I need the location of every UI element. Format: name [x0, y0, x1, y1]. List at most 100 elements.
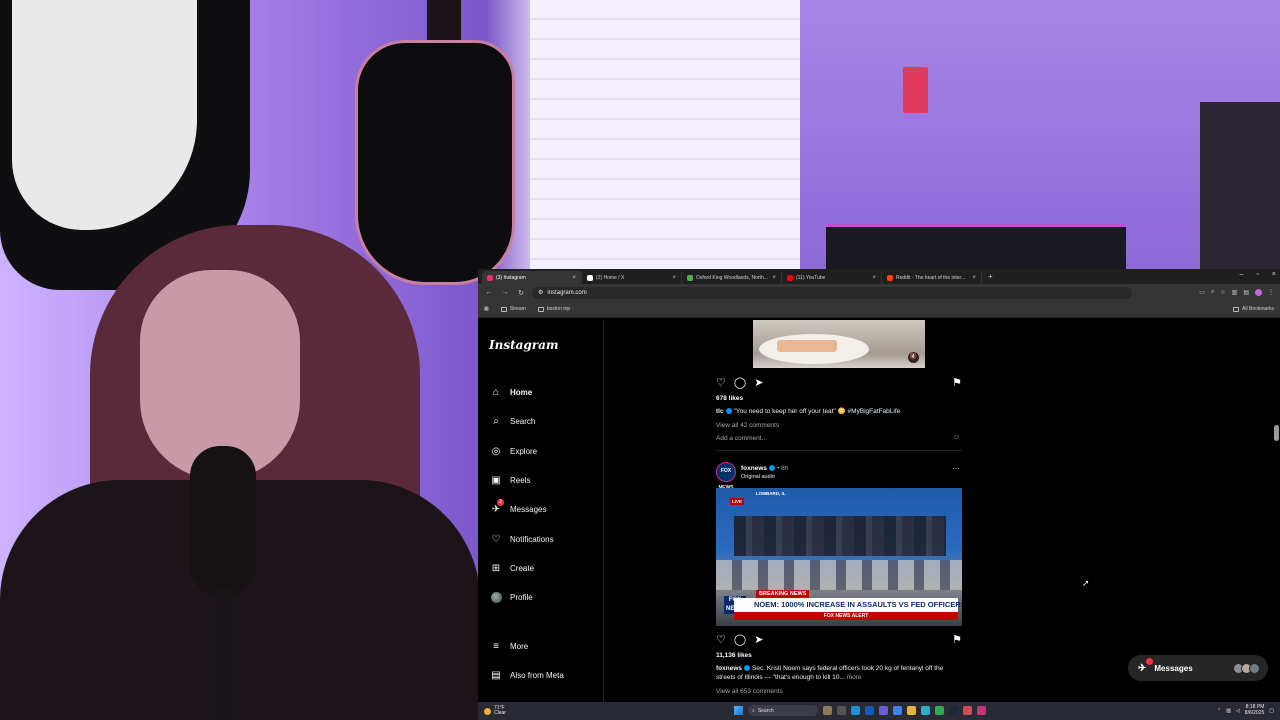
volume-icon[interactable]: ◁ [1236, 708, 1240, 714]
maximize-icon[interactable]: ▫ [1256, 271, 1258, 278]
sidebar-nav: ⌂ Home ⌕ Search ◎ Explore ▣ Reels ✈ 2 Messages ♡ Not… [490, 378, 554, 612]
caption-username[interactable]: tlc [716, 408, 724, 415]
bookmark-folder[interactable]: Stream [500, 306, 526, 312]
sidebar-item-also-from-meta[interactable]: ▤ Also from Meta [490, 661, 564, 690]
sidebar-item-label: Search [510, 417, 536, 427]
tab-reddit[interactable]: Reddit - The heart of the inter... × [882, 271, 982, 284]
site-info-icon[interactable]: ⚙ [538, 289, 543, 296]
sidebar-icon[interactable]: ▤ [1243, 289, 1249, 296]
comment-icon[interactable]: ◯ [734, 376, 746, 389]
sidebar-item-label: Reels [510, 476, 531, 486]
app-icon[interactable] [893, 706, 902, 715]
sidebar-item-explore[interactable]: ◎ Explore [490, 437, 554, 466]
close-tab-icon[interactable]: × [572, 275, 576, 281]
messages-button[interactable]: ✈ Messages [1128, 655, 1268, 681]
share-icon[interactable]: ➤ [754, 633, 763, 646]
star-icon[interactable]: ☆ [1220, 289, 1225, 296]
like-icon[interactable]: ♡ [716, 376, 726, 389]
close-tab-icon[interactable]: × [972, 275, 976, 281]
close-tab-icon[interactable]: × [672, 275, 676, 281]
background-monitor [826, 224, 1126, 270]
zoom-icon[interactable]: ⌕ [1211, 289, 1214, 296]
close-tab-icon[interactable]: × [872, 275, 876, 281]
kebab-menu-icon[interactable]: ⋮ [1268, 289, 1274, 296]
network-icon[interactable]: ▥ [1226, 708, 1231, 714]
chevron-up-icon[interactable]: ⌃ [1217, 708, 1221, 714]
sidebar-item-notifications[interactable]: ♡ Notifications [490, 524, 554, 553]
sidebar-item-more[interactable]: ≡ More [490, 632, 564, 661]
browser-active-icon[interactable] [977, 706, 986, 715]
like-icon[interactable]: ♡ [716, 633, 726, 646]
emoji-icon[interactable]: ☺ [953, 434, 960, 441]
likes-count[interactable]: 678 likes [716, 395, 743, 402]
scrollbar-thumb[interactable] [1274, 425, 1279, 441]
sidebar-item-home[interactable]: ⌂ Home [490, 378, 554, 407]
sidebar-item-profile[interactable]: Profile [490, 583, 554, 612]
clock[interactable]: 8:18 PM 8/6/2025 [1245, 704, 1264, 716]
tab-x[interactable]: (2) Home / X × [582, 271, 682, 284]
tab-instagram[interactable]: (3) Instagram × [482, 271, 582, 284]
tab-youtube[interactable]: (11) YouTube × [782, 271, 882, 284]
audience-image [716, 560, 962, 590]
profile-avatar-icon[interactable] [1255, 289, 1262, 296]
post-username[interactable]: foxnews • 8h [741, 465, 788, 472]
cast-icon[interactable]: ▭ [1199, 289, 1205, 296]
windows-start-icon[interactable] [734, 706, 743, 715]
sidebar-item-create[interactable]: ⊞ Create [490, 554, 554, 583]
sidebar-item-search[interactable]: ⌕ Search [490, 407, 554, 436]
all-bookmarks[interactable]: All Bookmarks [1233, 306, 1274, 312]
sidebar-item-reels[interactable]: ▣ Reels [490, 466, 554, 495]
browser-window: (3) Instagram × (2) Home / X × Oxford Ki… [478, 269, 1280, 702]
minimize-icon[interactable]: – [1240, 271, 1244, 278]
edge-icon[interactable] [851, 706, 860, 715]
home-icon: ⌂ [492, 387, 500, 399]
obs-icon[interactable] [963, 706, 972, 715]
new-tab-button[interactable]: + [982, 272, 999, 281]
discord-icon[interactable] [879, 706, 888, 715]
sidebar-item-messages[interactable]: ✈ 2 Messages [490, 495, 554, 524]
mute-icon[interactable]: 🔇 [908, 352, 919, 363]
instagram-favicon-icon [487, 274, 493, 281]
reload-icon[interactable]: ↻ [516, 289, 526, 297]
bookmark-icon[interactable]: ⚑ [952, 376, 962, 389]
forward-icon[interactable]: → [500, 289, 510, 296]
store-icon[interactable] [921, 706, 930, 715]
view-comments-link[interactable]: View all 42 comments [716, 422, 779, 429]
likes-count[interactable]: 11,136 likes [716, 652, 752, 659]
caption-username[interactable]: foxnews [716, 665, 742, 672]
hashtag-link[interactable]: #MyBigFatFabLife [848, 408, 901, 415]
extensions-icon[interactable]: ▥ [1232, 289, 1238, 296]
sidebar-item-label: Create [510, 563, 535, 573]
close-tab-icon[interactable]: × [772, 275, 776, 281]
file-explorer-icon[interactable] [907, 706, 916, 715]
bookmark-icon[interactable]: ⚑ [952, 633, 962, 646]
steam-icon[interactable] [949, 706, 958, 715]
comment-icon[interactable]: ◯ [734, 633, 746, 646]
add-comment-input[interactable]: Add a comment... [716, 435, 767, 442]
post-video[interactable]: LIVE LOMBARD, IL BREAKING NEWS FOX NEWS … [716, 488, 962, 626]
apps-grid-icon[interactable]: ▦ [484, 306, 489, 312]
bookmark-folder[interactable]: boston trip [537, 306, 570, 312]
sidebar-item-label: Profile [510, 593, 533, 603]
back-icon[interactable]: ← [484, 289, 494, 296]
close-window-icon[interactable]: × [1272, 271, 1276, 278]
more-link[interactable]: more [847, 674, 862, 681]
scrollbar[interactable] [1274, 320, 1279, 702]
foxnews-avatar[interactable]: FOX NEWS [716, 462, 736, 491]
post-media[interactable]: 🔇 [753, 320, 925, 368]
chrome-icon[interactable] [935, 706, 944, 715]
taskbar-search[interactable]: ⌕ Search [748, 705, 818, 716]
share-icon[interactable]: ➤ [754, 376, 763, 389]
url-input[interactable]: ⚙ instagram.com [532, 286, 1132, 299]
verified-icon [725, 408, 732, 415]
original-audio-link[interactable]: Original audio [741, 474, 775, 480]
task-view-icon[interactable] [837, 706, 846, 715]
notification-bell-icon[interactable]: ▢ [1269, 708, 1274, 714]
weather-widget[interactable]: 71°F Clear [478, 706, 506, 716]
instagram-logo[interactable]: Instagram [489, 338, 559, 352]
more-options-icon[interactable]: ··· [952, 464, 960, 473]
view-comments-link[interactable]: View all 653 comments [716, 688, 783, 695]
tab-oxford-king[interactable]: Oxford King Woodlands, North... × [682, 271, 782, 284]
teams-icon[interactable] [865, 706, 874, 715]
widgets-icon[interactable] [823, 706, 832, 715]
